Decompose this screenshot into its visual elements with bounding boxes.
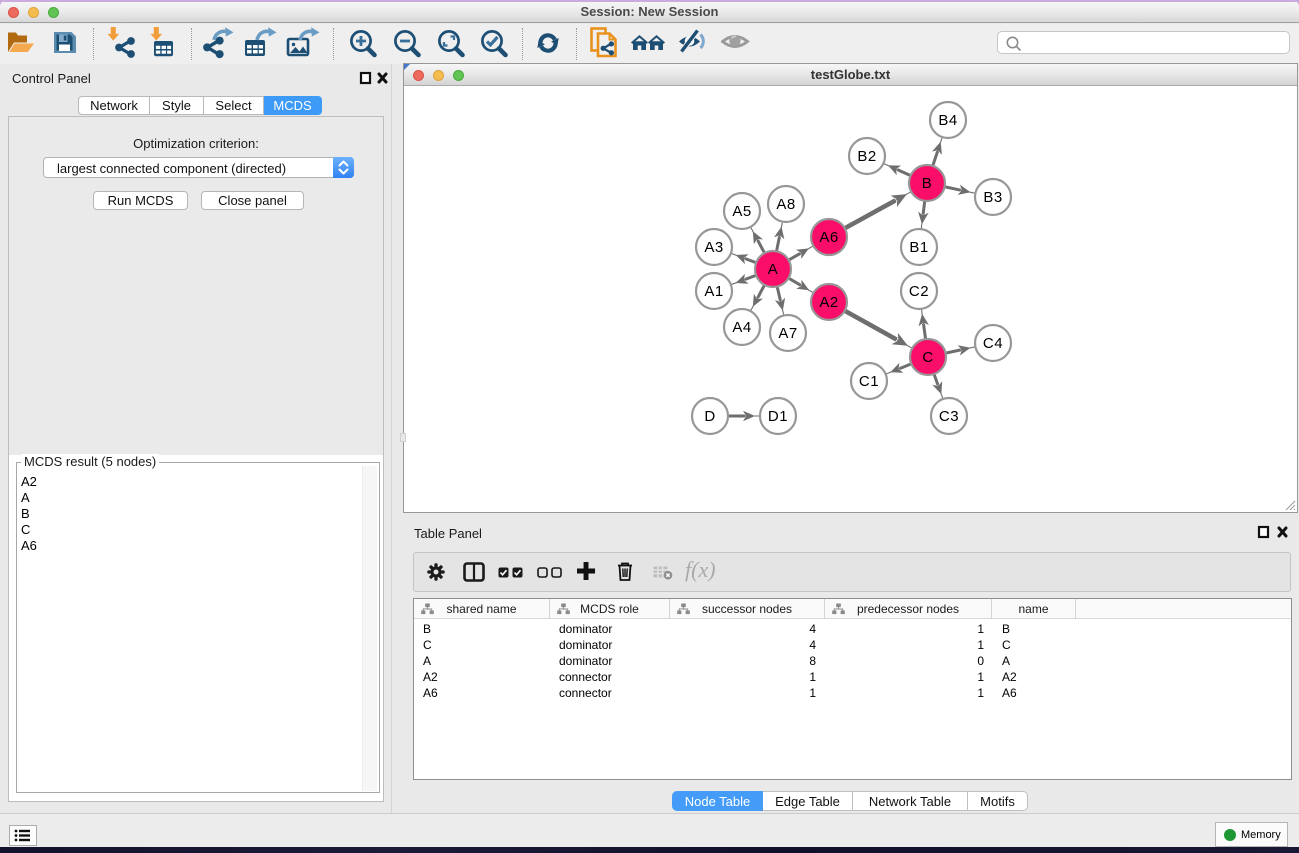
svg-text:A3: A3 — [704, 239, 723, 256]
svg-text:D1: D1 — [768, 408, 788, 425]
svg-text:D: D — [704, 408, 715, 425]
svg-text:A4: A4 — [732, 319, 751, 336]
svg-text:B1: B1 — [909, 239, 928, 256]
svg-text:A1: A1 — [704, 283, 723, 300]
svg-text:A7: A7 — [778, 325, 797, 342]
svg-text:A: A — [768, 261, 779, 278]
svg-text:C4: C4 — [983, 335, 1003, 352]
svg-text:C2: C2 — [909, 283, 929, 300]
svg-text:B3: B3 — [983, 189, 1002, 206]
svg-text:B2: B2 — [857, 148, 876, 165]
svg-text:C: C — [922, 349, 933, 366]
svg-text:C1: C1 — [859, 373, 879, 390]
svg-text:C3: C3 — [939, 408, 959, 425]
svg-text:A8: A8 — [776, 196, 795, 213]
svg-text:A6: A6 — [819, 229, 838, 246]
svg-text:A2: A2 — [819, 294, 838, 311]
svg-text:B4: B4 — [938, 112, 957, 129]
svg-text:A5: A5 — [732, 203, 751, 220]
svg-text:B: B — [922, 175, 933, 192]
